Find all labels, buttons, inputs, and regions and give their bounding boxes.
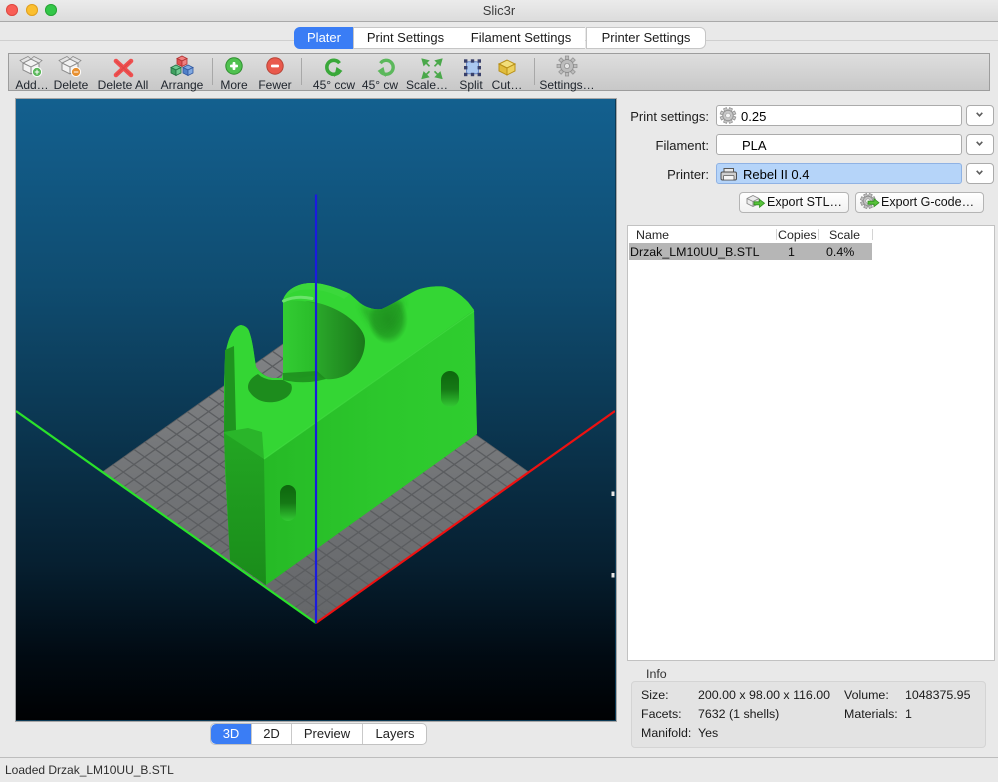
svg-text:+: + bbox=[34, 67, 39, 77]
svg-text:−: − bbox=[73, 67, 78, 77]
